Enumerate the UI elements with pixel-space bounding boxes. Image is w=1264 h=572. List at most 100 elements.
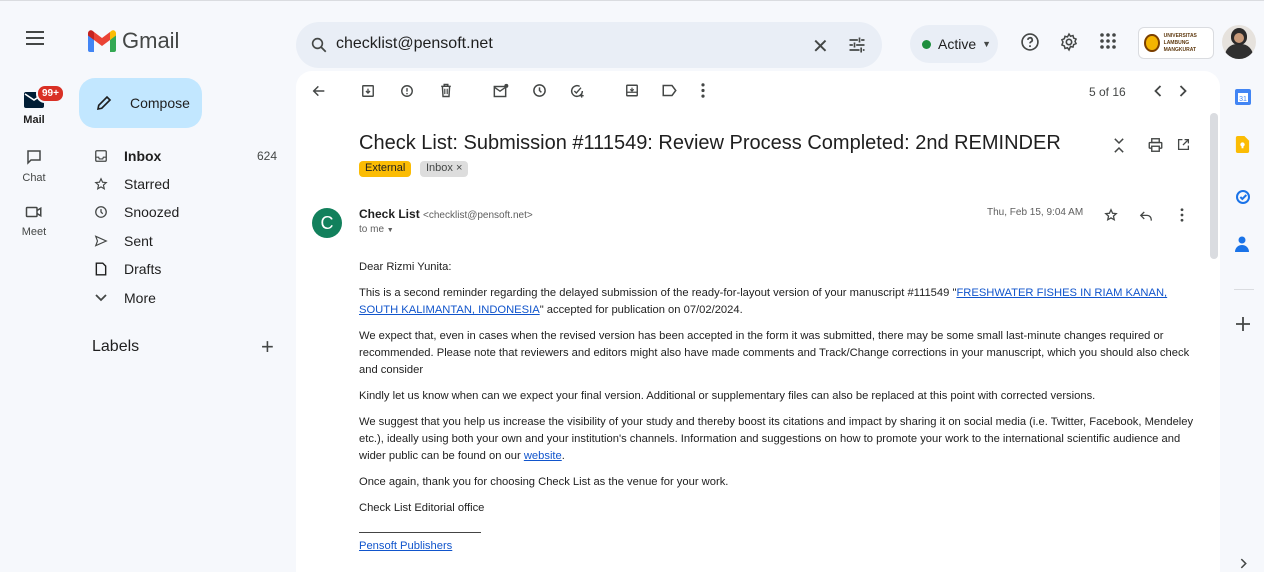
p1-text-post: " accepted for publication on 07/02/2024…	[539, 304, 743, 316]
recipient-details-toggle[interactable]: to me ▼	[359, 224, 394, 235]
report-spam-icon[interactable]	[400, 84, 414, 98]
nav-snoozed[interactable]: Snoozed	[94, 201, 284, 223]
account-avatar[interactable]	[1222, 25, 1256, 59]
add-to-tasks-icon[interactable]	[569, 83, 585, 99]
email-subject: Check List: Submission #111549: Review P…	[359, 132, 1061, 154]
draft-icon	[95, 262, 107, 276]
clock-icon	[95, 206, 107, 218]
delete-trash-icon[interactable]	[440, 83, 452, 98]
sender-name: Check List	[359, 207, 420, 221]
paragraph-3: Kindly let us know when can we expect yo…	[359, 390, 1096, 402]
keep-notes-icon[interactable]	[1235, 136, 1250, 153]
move-to-icon[interactable]	[625, 83, 639, 98]
pensoft-publishers-link[interactable]: Pensoft Publishers	[359, 540, 452, 552]
label-icon[interactable]	[662, 84, 677, 97]
tasks-icon[interactable]	[1235, 189, 1251, 205]
remove-label-icon[interactable]: ×	[456, 162, 462, 174]
p4-text-pre: We suggest that you help us increase the…	[359, 416, 1194, 462]
greeting: Dear Rizmi Yunita:	[359, 261, 452, 273]
university-seal-icon	[1144, 34, 1160, 52]
caret-down-icon: ▼	[386, 227, 394, 234]
more-vert-icon[interactable]	[1180, 208, 1184, 222]
scrollbar-thumb[interactable]	[1210, 113, 1218, 259]
mark-unread-icon[interactable]	[493, 83, 509, 98]
print-icon[interactable]	[1148, 138, 1163, 152]
top-bar: Gmail ✕ Active ▼ UNIVERSITASLAMBUNG MANG…	[0, 0, 1264, 68]
help-icon[interactable]	[1020, 32, 1040, 52]
rail-chat[interactable]: Chat	[0, 148, 68, 184]
search-icon[interactable]	[310, 36, 328, 54]
calendar-icon[interactable]: 31	[1235, 89, 1251, 105]
gmail-logo[interactable]: Gmail	[88, 28, 179, 54]
message-pane: 5 of 16 Check List: Submission #111549: …	[296, 71, 1220, 572]
newer-chevron-left-icon[interactable]	[1154, 85, 1162, 97]
expand-all-icon[interactable]	[1114, 138, 1124, 153]
compose-label: Compose	[130, 95, 190, 111]
p4-text-post: .	[561, 450, 565, 462]
organization-logo[interactable]: UNIVERSITAS LAMBUNG MANGKURAT	[1138, 27, 1214, 59]
compose-button[interactable]: Compose	[79, 78, 202, 128]
website-link[interactable]: website	[524, 450, 562, 462]
paragraph-5: Once again, thank you for choosing Check…	[359, 476, 729, 488]
signature-divider	[359, 532, 481, 533]
paragraph-2: We expect that, even in cases when the r…	[359, 330, 1190, 376]
nav-sent[interactable]: Sent	[94, 230, 284, 252]
star-icon	[94, 177, 108, 190]
send-icon	[94, 235, 108, 247]
video-camera-icon	[25, 206, 42, 218]
nav-drafts[interactable]: Drafts	[94, 258, 284, 280]
recipient-label: to me	[359, 224, 385, 235]
main-menu-button[interactable]	[26, 31, 44, 45]
snooze-clock-icon[interactable]	[532, 83, 547, 98]
unread-badge: 99+	[36, 84, 65, 103]
gmail-wordmark: Gmail	[122, 28, 180, 53]
external-badge: External	[359, 161, 412, 177]
pagination-text: 5 of 16	[1089, 85, 1126, 99]
email-body: Dear Rizmi Yunita: This is a second remi…	[359, 259, 1194, 555]
svg-text:31: 31	[1239, 96, 1247, 103]
nav-drafts-label: Drafts	[124, 261, 162, 277]
contacts-icon[interactable]	[1235, 236, 1249, 252]
search-input[interactable]	[336, 35, 776, 53]
email-datetime: Thu, Feb 15, 9:04 AM	[987, 207, 1084, 218]
hide-side-panel-chevron-icon[interactable]	[1240, 558, 1247, 569]
archive-icon[interactable]	[361, 84, 375, 98]
apps-grid-icon[interactable]	[1099, 32, 1117, 50]
open-new-window-icon[interactable]	[1177, 138, 1190, 151]
sender-info[interactable]: Check List <checklist@pensoft.net>	[359, 207, 533, 221]
nav-more[interactable]: More	[94, 287, 284, 309]
back-arrow-icon[interactable]	[311, 83, 327, 99]
settings-gear-icon[interactable]	[1059, 32, 1079, 52]
create-label-icon[interactable]: +	[261, 334, 274, 360]
search-options-icon[interactable]	[847, 35, 867, 55]
star-icon[interactable]	[1104, 208, 1118, 222]
gmail-m-icon	[88, 30, 116, 52]
get-add-ons-icon[interactable]	[1236, 317, 1250, 331]
status-dot	[922, 39, 931, 49]
inbox-icon	[95, 150, 107, 162]
university-logo-text: UNIVERSITAS LAMBUNG MANGKURAT	[1163, 32, 1197, 53]
side-panel-divider	[1234, 289, 1254, 290]
search-bar: ✕	[296, 22, 882, 68]
pencil-icon	[96, 95, 112, 111]
older-chevron-right-icon[interactable]	[1179, 85, 1187, 97]
p1-text-pre: This is a second reminder regarding the …	[359, 287, 957, 299]
rail-mail-label: Mail	[23, 114, 45, 126]
rail-mail[interactable]: 99+ Mail	[0, 84, 68, 126]
inbox-label-chip[interactable]: Inbox ×	[420, 161, 469, 177]
clear-search-icon[interactable]: ✕	[812, 34, 829, 59]
rail-meet-label: Meet	[21, 226, 47, 238]
more-vert-icon[interactable]	[701, 83, 705, 98]
paragraph-1: This is a second reminder regarding the …	[359, 285, 1194, 319]
inbox-chip-label: Inbox	[426, 162, 453, 174]
chat-icon	[27, 150, 41, 165]
status-selector[interactable]: Active ▼	[910, 25, 998, 63]
nav-sent-label: Sent	[124, 233, 153, 249]
rail-meet[interactable]: Meet	[0, 204, 68, 238]
nav-inbox[interactable]: Inbox 624	[94, 145, 284, 167]
reply-icon[interactable]	[1139, 210, 1153, 222]
nav-starred[interactable]: Starred	[94, 173, 284, 195]
sender-avatar[interactable]: C	[312, 208, 342, 238]
nav-starred-label: Starred	[124, 176, 170, 192]
chevron-down-icon: ▼	[982, 39, 992, 49]
